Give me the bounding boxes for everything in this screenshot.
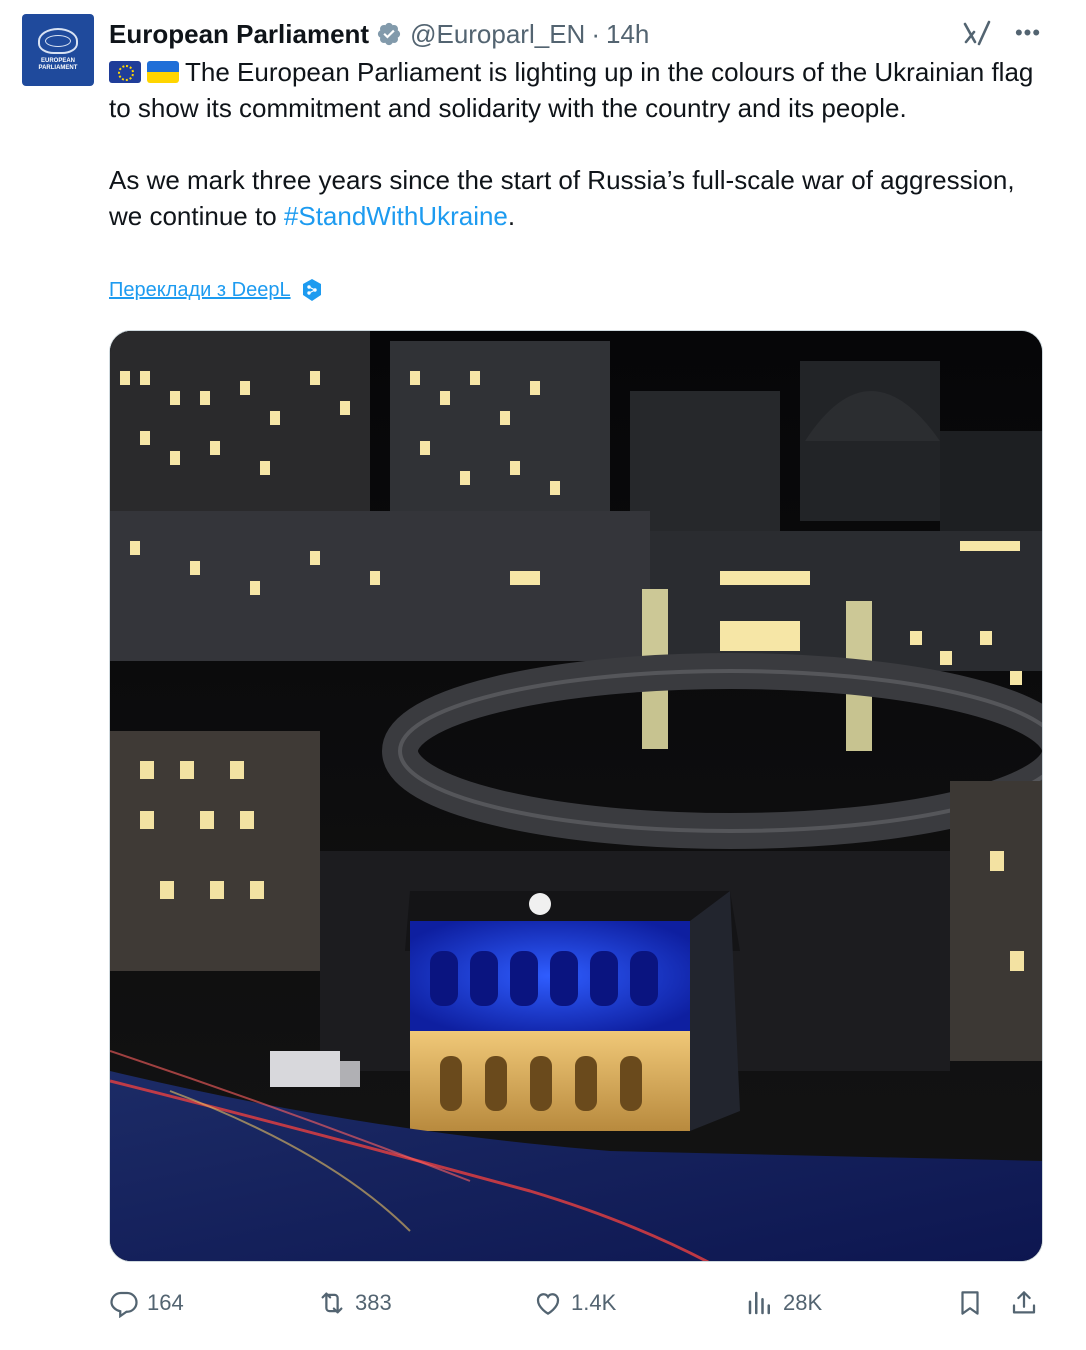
tweet-paragraph-2-end: . [507, 201, 516, 231]
parliament-logo-icon [38, 28, 78, 54]
views-count: 28K [783, 1290, 823, 1315]
separator-dot: · [591, 18, 600, 49]
tweet-paragraph-2-text: As we mark three years since the start o… [109, 165, 1015, 231]
tweet-paragraph-1-text: The European Parliament is lighting up i… [109, 57, 1034, 123]
translate-link[interactable]: Переклади з DeepL [109, 279, 291, 302]
hashtag-link[interactable]: #StandWithUkraine [284, 201, 508, 231]
deepl-icon [302, 279, 321, 301]
bookmark-icon [961, 1291, 979, 1315]
views-button[interactable]: 28K [745, 1280, 822, 1326]
tweet-paragraph-1: The European Parliament is lighting up i… [109, 54, 1049, 126]
reply-button[interactable]: 164 [109, 1280, 184, 1326]
translate-row: Переклади з DeepL [109, 278, 323, 302]
grok-icon[interactable] [962, 20, 992, 46]
repost-button[interactable]: 383 [317, 1280, 392, 1326]
tweet-timestamp[interactable]: 14h [606, 19, 649, 50]
account-handle[interactable]: @Europarl_EN [410, 19, 585, 50]
ukraine-flag-icon [147, 61, 179, 83]
avatar[interactable]: EUROPEAN PARLIAMENT [22, 14, 94, 86]
eu-flag-icon [109, 61, 141, 83]
repost-icon [321, 1292, 343, 1314]
tweet-paragraph-2: As we mark three years since the start o… [109, 162, 1049, 234]
views-icon [748, 1291, 770, 1315]
bookmark-button[interactable] [955, 1280, 985, 1326]
more-icon[interactable]: ••• [1010, 18, 1046, 48]
like-count: 1.4K [571, 1290, 617, 1315]
parliament-night-photo [110, 331, 1042, 1261]
repost-count: 383 [355, 1290, 392, 1315]
account-name[interactable]: European Parliament [109, 19, 369, 50]
like-button[interactable]: 1.4K [533, 1280, 616, 1326]
tweet-image[interactable] [109, 330, 1043, 1262]
reply-icon [110, 1291, 138, 1318]
avatar-label: EUROPEAN PARLIAMENT [38, 58, 78, 71]
verified-badge-icon [377, 22, 401, 46]
tweet-text: The European Parliament is lighting up i… [109, 54, 1049, 234]
reply-count: 164 [147, 1290, 184, 1315]
tweet-header: European Parliament @Europarl_EN · 14h [109, 18, 649, 50]
share-icon [1012, 1291, 1036, 1314]
tweet-actions: 164 383 1.4K 28K [109, 1280, 1049, 1326]
share-button[interactable] [1009, 1280, 1039, 1326]
like-icon [536, 1293, 560, 1315]
